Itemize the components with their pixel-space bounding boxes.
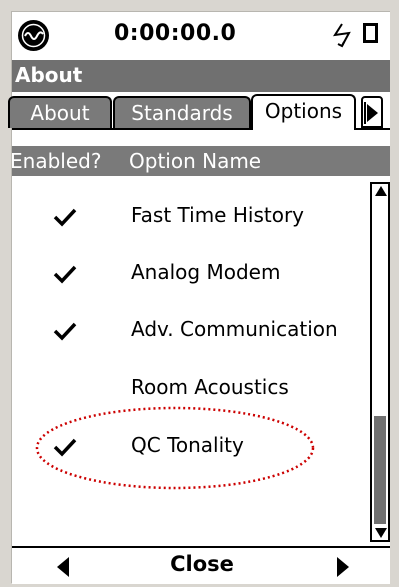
- tab-standards[interactable]: Standards: [113, 96, 251, 128]
- option-label: Analog Modem: [131, 260, 281, 284]
- nav-right-icon[interactable]: [337, 557, 349, 577]
- list-item[interactable]: Fast Time History: [12, 190, 367, 248]
- list-item[interactable]: Analog Modem: [12, 247, 367, 305]
- option-label: Adv. Communication: [131, 317, 338, 341]
- tab-row: About Standards Options: [8, 92, 390, 132]
- scrollbar[interactable]: [370, 182, 390, 542]
- column-name-header: Option Name: [129, 149, 262, 173]
- option-label: Fast Time History: [131, 203, 304, 227]
- battery-icon: [363, 23, 378, 43]
- device-screen: 0:00:00.0 About About Standards Options …: [8, 11, 390, 584]
- clock-readout: 0:00:00.0: [114, 21, 237, 46]
- power-icon: [332, 23, 351, 48]
- page-title: About: [15, 63, 83, 87]
- status-bar: 0:00:00.0: [12, 12, 390, 60]
- app-icon[interactable]: [17, 19, 50, 52]
- scroll-up-icon[interactable]: [375, 186, 387, 196]
- close-button[interactable]: Close: [152, 552, 252, 576]
- title-bar: About: [12, 60, 390, 92]
- scrollbar-thumb[interactable]: [374, 416, 386, 524]
- option-label: Room Acoustics: [131, 375, 289, 399]
- tab-options[interactable]: Options: [251, 94, 356, 130]
- column-enabled-header: Enabled?: [10, 149, 102, 173]
- checkmark-icon: [53, 208, 77, 227]
- highlight-annotation: [35, 406, 315, 490]
- bottom-softkey-bar: Close: [12, 546, 390, 584]
- checkmark-icon: [53, 265, 77, 284]
- tab-about[interactable]: About: [8, 96, 112, 128]
- column-header: Enabled? Option Name: [10, 146, 390, 176]
- scroll-down-icon[interactable]: [375, 528, 387, 538]
- checkmark-icon: [53, 322, 77, 341]
- tab-scroll-bar: [364, 102, 366, 124]
- tab-scroll-right-button[interactable]: [361, 96, 383, 128]
- tab-scroll-right-icon: [367, 104, 378, 122]
- nav-left-icon[interactable]: [57, 557, 69, 577]
- list-item[interactable]: Adv. Communication: [12, 304, 367, 362]
